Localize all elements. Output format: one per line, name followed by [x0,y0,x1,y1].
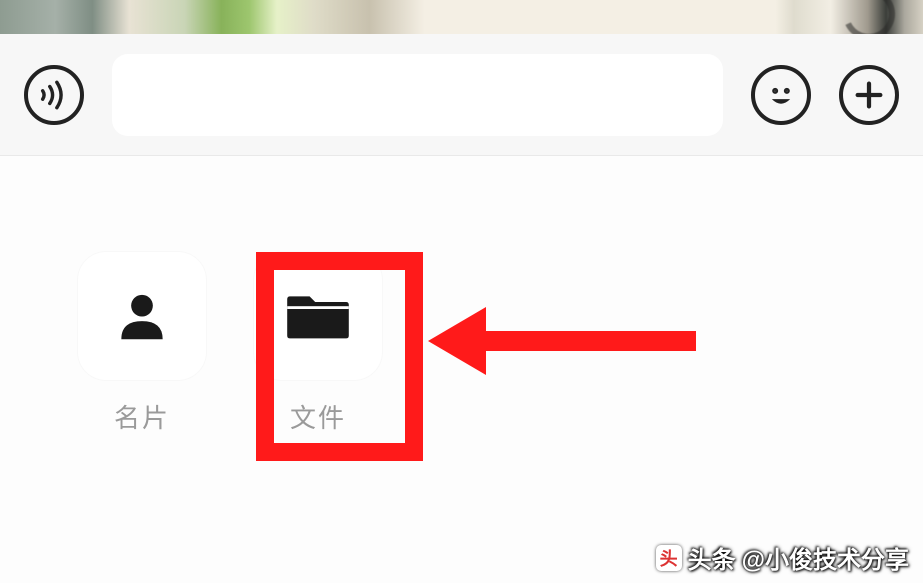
chat-header-photo-strip [0,0,923,34]
attach-label: 文件 [290,398,346,435]
attach-label: 名片 [114,398,170,435]
attachment-panel: 名片 文件 [0,156,923,435]
smile-icon [761,75,801,115]
person-icon [111,285,173,347]
folder-icon [283,288,353,344]
sound-wave-icon [37,78,71,112]
watermark-logo-icon: 头 [656,545,682,571]
watermark-prefix: 头条 [688,540,736,575]
watermark: 头 头条 @小俊技术分享 [656,540,909,575]
attach-icon-box [254,252,382,380]
attach-item-contact-card[interactable]: 名片 [78,252,206,435]
chat-input-bar [0,34,923,156]
plus-icon [852,78,886,112]
message-text-input[interactable] [112,54,723,136]
watermark-handle: @小俊技术分享 [742,540,909,575]
attach-icon-box [78,252,206,380]
screenshot-stage: 名片 文件 头 头条 @小俊技术分享 [0,0,923,583]
voice-input-button[interactable] [24,65,84,125]
more-attachments-button[interactable] [839,65,899,125]
attach-item-file[interactable]: 文件 [254,252,382,435]
emoji-button[interactable] [751,65,811,125]
